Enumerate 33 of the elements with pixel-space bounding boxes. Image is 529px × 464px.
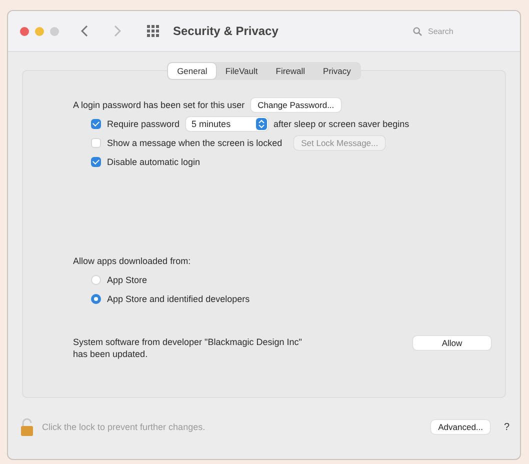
change-password-button[interactable]: Change Password... bbox=[250, 98, 342, 112]
advanced-button[interactable]: Advanced... bbox=[431, 420, 490, 434]
checkbox[interactable] bbox=[91, 118, 101, 128]
lock-hint-text: Click the lock to prevent further changes. bbox=[42, 422, 206, 432]
interval-dropdown[interactable]: 5 minutes bbox=[186, 116, 268, 130]
tab[interactable]: Privacy bbox=[314, 63, 360, 79]
checkbox-label: Show a message when the screen is locked bbox=[107, 138, 282, 148]
checkbox[interactable] bbox=[91, 156, 101, 166]
search-icon bbox=[413, 26, 422, 36]
forward-icon[interactable] bbox=[113, 25, 121, 37]
tab[interactable]: Firewall bbox=[266, 63, 314, 79]
minimize-button[interactable] bbox=[35, 26, 44, 36]
close-button[interactable] bbox=[20, 26, 29, 36]
radio-label: App Store and identified developers bbox=[107, 294, 250, 304]
tab[interactable]: FileVault bbox=[216, 63, 267, 79]
radio-label: App Store bbox=[107, 274, 148, 284]
help-button[interactable]: ? bbox=[498, 420, 514, 434]
radio-button[interactable] bbox=[91, 274, 101, 284]
allow-button[interactable]: Allow bbox=[413, 336, 491, 350]
radio-button[interactable] bbox=[91, 294, 101, 304]
notice-text: System software from developer "Blackmagic Design Inc" has been updated. bbox=[73, 336, 303, 360]
allow-apps-label: Allow apps downloaded from: bbox=[73, 256, 191, 266]
option-text: after sleep or screen saver begins bbox=[274, 118, 410, 128]
grid-icon[interactable] bbox=[147, 25, 159, 37]
window-title: Security & Privacy bbox=[173, 24, 280, 38]
checkbox-label: Disable automatic login bbox=[107, 156, 200, 166]
back-icon[interactable] bbox=[81, 25, 89, 37]
search-field[interactable]: Search bbox=[426, 26, 500, 36]
tab[interactable]: General bbox=[168, 63, 216, 79]
password-status-text: A login password has been set for this user bbox=[73, 100, 245, 110]
stepper-icon bbox=[256, 118, 267, 130]
lock-icon[interactable] bbox=[20, 418, 34, 436]
checkbox-label: Require password bbox=[107, 118, 180, 128]
